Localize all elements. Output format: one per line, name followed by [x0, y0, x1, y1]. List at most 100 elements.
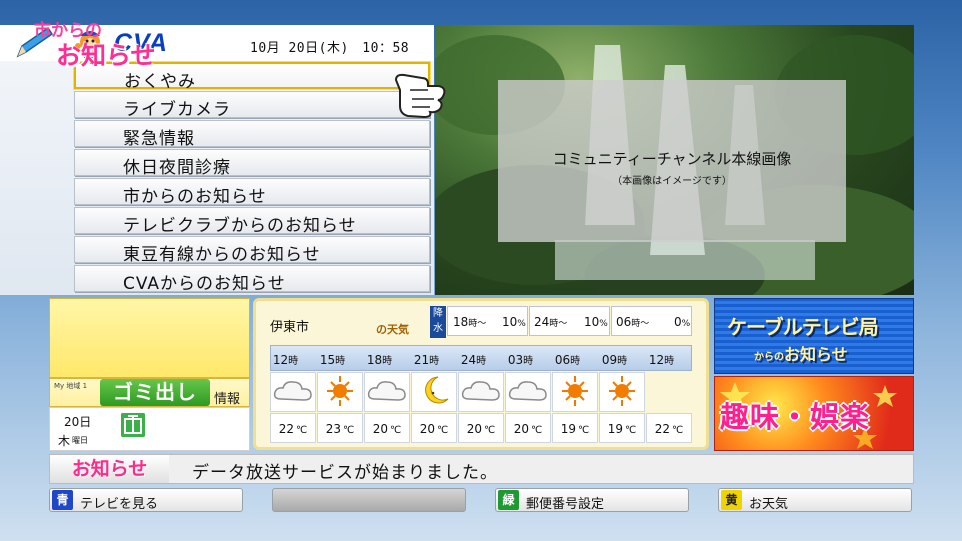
menu-item-emergency[interactable]: 緊急情報 [74, 120, 430, 149]
calendar-weekday: 木 [58, 434, 71, 448]
precip-pct: % [599, 319, 608, 329]
sun-icon [599, 372, 645, 412]
yellow-weather-button[interactable]: 黄 お天気 [718, 488, 912, 512]
precip-value: 0 [674, 315, 682, 329]
garbage-region: My 地域 1 [54, 382, 88, 390]
precip-label: 降水 [430, 306, 446, 338]
blue-key-icon: 青 [52, 490, 73, 510]
green-postal-code-button[interactable]: 緑 郵便番号設定 [495, 488, 689, 512]
cloud-icon [458, 372, 504, 412]
precip-cell: 24時～ 10% [529, 306, 610, 336]
forecast-hour-unit: 時 [335, 356, 346, 367]
forecast-hour-value: 09 [601, 353, 618, 367]
forecast-hour-value: 03 [507, 353, 524, 367]
forecast-temp-unit: ℃ [672, 425, 684, 436]
forecast-temp-unit: ℃ [625, 425, 637, 436]
ticker-label: お知らせ [50, 455, 169, 483]
disabled-button [272, 488, 466, 512]
calendar-day: 20日 [64, 415, 92, 429]
menu-item-tvclub-notice[interactable]: テレビクラブからのお知らせ [74, 207, 430, 236]
forecast-hour: 12時 [638, 352, 685, 367]
forecast-hour: 18時 [356, 352, 403, 367]
yellow-key-icon: 黄 [721, 490, 742, 510]
forecast-hour-unit: 時 [382, 356, 393, 367]
menu-item-label: 休日夜間診療 [123, 158, 231, 178]
button-label: 郵便番号設定 [526, 497, 605, 512]
city-notice-line2: お知らせ [56, 41, 156, 70]
blue-watch-tv-button[interactable]: 青 テレビを見る [49, 488, 243, 512]
precip-time: 24 [534, 315, 550, 329]
forecast-hour-unit: 時 [288, 356, 299, 367]
forecast-hour-unit: 時 [476, 356, 487, 367]
precip-value: 10 [584, 315, 600, 329]
forecast-hour-value: 18 [366, 353, 383, 367]
forecast-temp: 23 ℃ [317, 413, 363, 443]
precip-cell: 06時～ 0% [611, 306, 692, 336]
forecast-hour-unit: 時 [664, 356, 675, 367]
button-label: お天気 [749, 497, 789, 512]
forecast-hour-value: 12 [648, 353, 665, 367]
trash-bag-icon [121, 413, 145, 437]
forecast-hour-unit: 時 [617, 356, 628, 367]
forecast-hour: 12時 [262, 352, 309, 367]
menu-item-tozu-notice[interactable]: 東豆有線からのお知らせ [74, 236, 430, 265]
forecast-hour-value: 12 [272, 353, 289, 367]
hobby-banner-text: 趣味・娯楽 [720, 400, 871, 434]
precip-time-unit: 時～ [549, 319, 568, 329]
forecast-temp-unit: ℃ [437, 425, 449, 436]
moon-icon [411, 372, 457, 412]
forecast-temp-value: 22 [278, 422, 295, 436]
forecast-temp: 20 ℃ [505, 413, 551, 443]
forecast-hour-value: 21 [413, 353, 430, 367]
cable-banner-line1: ケーブルテレビ局 [727, 315, 879, 339]
video-caption: コミュニティーチャンネル本線画像 [552, 150, 792, 168]
precip-pct: % [517, 319, 526, 329]
forecast-temp: 19 ℃ [599, 413, 645, 443]
ticker-text: データ放送サービスが始まりました。 [192, 463, 498, 483]
forecast-temp-value: 19 [607, 422, 624, 436]
forecast-temp-unit: ℃ [390, 425, 402, 436]
menu-item-label: テレビクラブからのお知らせ [123, 216, 357, 236]
video-subcaption: （本画像はイメージです） [612, 176, 732, 187]
forecast-hour-value: 15 [319, 353, 336, 367]
precip-time: 06 [616, 315, 632, 329]
sun-icon [317, 372, 363, 412]
precip-value: 10 [502, 315, 518, 329]
forecast-hour-unit: 時 [570, 356, 581, 367]
menu-item-label: 東豆有線からのお知らせ [123, 245, 321, 265]
menu-item-live-camera[interactable]: ライブカメラ [74, 91, 430, 120]
forecast-temp-unit: ℃ [484, 425, 496, 436]
cable-banner-line2: からのお知らせ [754, 341, 848, 365]
forecast-temp-value: 20 [419, 422, 436, 436]
menu-item-label: ライブカメラ [123, 100, 231, 120]
forecast-temp-value: 19 [560, 422, 577, 436]
garbage-title: ゴミ出し [100, 379, 210, 406]
forecast-temp-unit: ℃ [578, 425, 590, 436]
green-key-icon: 緑 [498, 490, 519, 510]
sun-icon [552, 372, 598, 412]
menu-item-label: 市からのお知らせ [123, 187, 267, 207]
menu-item-label: CVAからのお知らせ [123, 274, 286, 294]
forecast-hour: 06時 [544, 352, 591, 367]
menu-item-holiday-clinic[interactable]: 休日夜間診療 [74, 149, 430, 178]
cable-banner-line2b: お知らせ [784, 345, 848, 364]
precip-time-unit: 時～ [631, 319, 650, 329]
menu-item-city-notice[interactable]: 市からのお知らせ [74, 178, 430, 207]
forecast-temp: 20 ℃ [458, 413, 504, 443]
garbage-info: 情報 [214, 392, 241, 407]
forecast-temp-value: 20 [513, 422, 530, 436]
menu-item-cva-notice[interactable]: CVAからのお知らせ [74, 265, 430, 294]
city-notice-banner[interactable] [49, 298, 250, 378]
forecast-temp-value: 23 [325, 422, 342, 436]
forecast-temp: 22 ℃ [646, 413, 692, 443]
forecast-hour-value: 24 [460, 353, 477, 367]
forecast-temp: 22 ℃ [270, 413, 316, 443]
datetime: 10月 20日(木) 10：58 [250, 41, 410, 56]
forecast-temp-value: 20 [466, 422, 483, 436]
forecast-temp-unit: ℃ [343, 425, 355, 436]
precip-time: 18 [453, 315, 469, 329]
forecast-temp-value: 20 [372, 422, 389, 436]
forecast-temp-value: 22 [654, 422, 671, 436]
calendar-weekday-suffix: 曜日 [72, 436, 88, 445]
menu-item-label: 緊急情報 [123, 129, 195, 149]
